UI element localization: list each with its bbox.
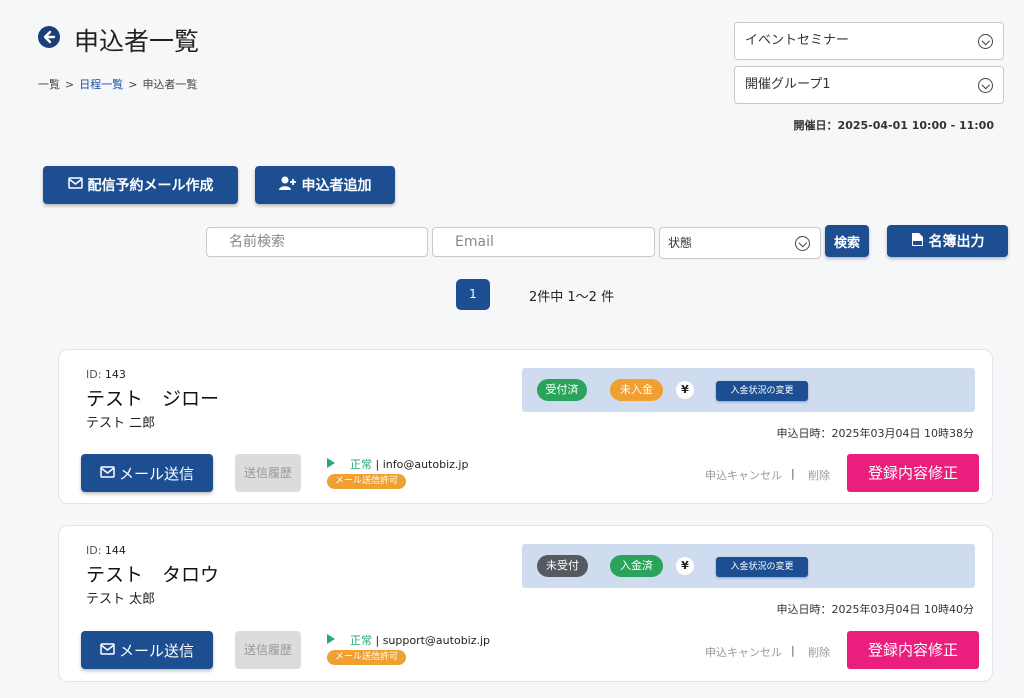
reception-status-badge: 受付済 — [537, 379, 587, 401]
delete-link[interactable]: 削除 — [808, 467, 830, 483]
breadcrumb: 一覧 > 日程一覧 > 申込者一覧 — [38, 76, 197, 92]
mail-status: 正常 | info@autobiz.jp — [350, 456, 468, 472]
mail-status-ok: 正常 — [350, 634, 372, 647]
event-select[interactable]: イベントセミナー — [734, 22, 1004, 60]
breadcrumb-separator: > — [65, 78, 75, 91]
back-icon[interactable] — [38, 26, 60, 48]
applicant-id-value: 143 — [104, 368, 126, 381]
event-date: 開催日：2025-04-01 10:00 - 11:00 — [793, 119, 994, 132]
envelope-icon — [100, 641, 115, 659]
email-search-input[interactable]: Email — [432, 227, 655, 257]
chevron-down-icon — [978, 78, 993, 93]
change-payment-button[interactable]: 入金状況の変更 — [716, 381, 808, 401]
breadcrumb-item-schedule[interactable]: 日程一覧 — [79, 78, 123, 91]
envelope-icon — [100, 464, 115, 482]
mail-address: | support@autobiz.jp — [372, 634, 491, 647]
mail-address: | info@autobiz.jp — [372, 458, 469, 471]
pagination-info: 2件中 1〜2 件 — [529, 290, 615, 305]
mail-permit-badge: メール送信許可 — [327, 474, 407, 489]
pagination-page-1[interactable]: 1 — [456, 279, 490, 310]
mail-permit-badge: メール送信許可 — [327, 650, 407, 665]
breadcrumb-separator: > — [128, 78, 138, 91]
status-panel: 受付済 未入金 ¥ 入金状況の変更 — [522, 368, 975, 412]
delete-link[interactable]: 削除 — [808, 644, 830, 660]
mail-status: 正常 | support@autobiz.jp — [350, 632, 490, 648]
schedule-mail-label: 配信予約メール作成 — [87, 178, 214, 194]
add-applicant-button[interactable]: 申込者追加 — [255, 166, 395, 204]
export-list-button[interactable]: 名簿出力 — [887, 225, 1008, 257]
group-select[interactable]: 開催グループ1 — [734, 66, 1004, 104]
applicant-card: ID: 143 テスト ジロー テスト 二郎 受付済 未入金 ¥ 入金状況の変更… — [58, 349, 993, 504]
status-select[interactable]: 状態 — [659, 227, 821, 259]
applicant-card: ID: 144 テスト タロウ テスト 太郎 未受付 入金済 ¥ 入金状況の変更… — [58, 525, 993, 682]
divider: | — [791, 467, 795, 480]
applicant-name: テスト ジロー — [86, 388, 220, 410]
applied-date: 申込日時：2025年03月04日 10時40分 — [776, 603, 974, 616]
send-mail-button[interactable]: メール送信 — [81, 631, 213, 669]
payment-status-badge: 未入金 — [610, 379, 663, 401]
applicant-id-label: ID: — [86, 544, 102, 557]
send-history-button[interactable]: 送信履歴 — [235, 454, 301, 492]
name-search-input[interactable]: 名前検索 — [206, 227, 428, 257]
applicant-id: ID: 143 — [86, 368, 126, 381]
edit-registration-button[interactable]: 登録内容修正 — [847, 631, 979, 669]
applicant-id-value: 144 — [104, 544, 126, 557]
status-select-label: 状態 — [668, 236, 693, 250]
export-list-label: 名簿出力 — [928, 234, 985, 250]
breadcrumb-item-current: 申込者一覧 — [142, 78, 198, 91]
applicant-kana: テスト 太郎 — [86, 592, 156, 607]
breadcrumb-item-list[interactable]: 一覧 — [38, 78, 60, 91]
user-plus-icon — [278, 176, 297, 194]
page-title: 申込者一覧 — [74, 27, 200, 56]
group-select-value: 開催グループ1 — [745, 77, 831, 92]
edit-registration-button[interactable]: 登録内容修正 — [847, 454, 979, 492]
change-payment-button[interactable]: 入金状況の変更 — [716, 557, 808, 577]
yen-icon: ¥ — [676, 381, 694, 399]
chevron-down-icon — [795, 236, 810, 251]
csv-file-icon — [911, 232, 924, 251]
event-select-value: イベントセミナー — [745, 33, 850, 48]
applicant-id: ID: 144 — [86, 544, 126, 557]
reception-status-badge: 未受付 — [537, 555, 588, 577]
status-panel: 未受付 入金済 ¥ 入金状況の変更 — [522, 544, 975, 588]
cancel-application-link[interactable]: 申込キャンセル — [705, 467, 782, 483]
cancel-application-link[interactable]: 申込キャンセル — [705, 644, 782, 660]
send-mail-button[interactable]: メール送信 — [81, 454, 213, 492]
schedule-mail-button[interactable]: 配信予約メール作成 — [43, 166, 238, 204]
applicant-id-label: ID: — [86, 368, 102, 381]
send-history-button[interactable]: 送信履歴 — [235, 631, 301, 669]
send-mail-label: メール送信 — [118, 464, 194, 483]
mail-status-ok: 正常 — [350, 458, 372, 471]
play-icon — [327, 458, 335, 468]
send-mail-label: メール送信 — [118, 641, 194, 660]
chevron-down-icon — [978, 34, 993, 49]
payment-status-badge: 入金済 — [610, 555, 663, 577]
add-applicant-label: 申込者追加 — [301, 178, 372, 194]
search-button[interactable]: 検索 — [825, 225, 869, 257]
play-icon — [327, 634, 335, 644]
envelope-icon — [67, 177, 83, 193]
applicant-name: テスト タロウ — [86, 564, 220, 586]
divider: | — [791, 644, 795, 657]
yen-icon: ¥ — [676, 557, 694, 575]
applied-date: 申込日時：2025年03月04日 10時38分 — [776, 427, 974, 440]
applicant-kana: テスト 二郎 — [86, 416, 156, 431]
